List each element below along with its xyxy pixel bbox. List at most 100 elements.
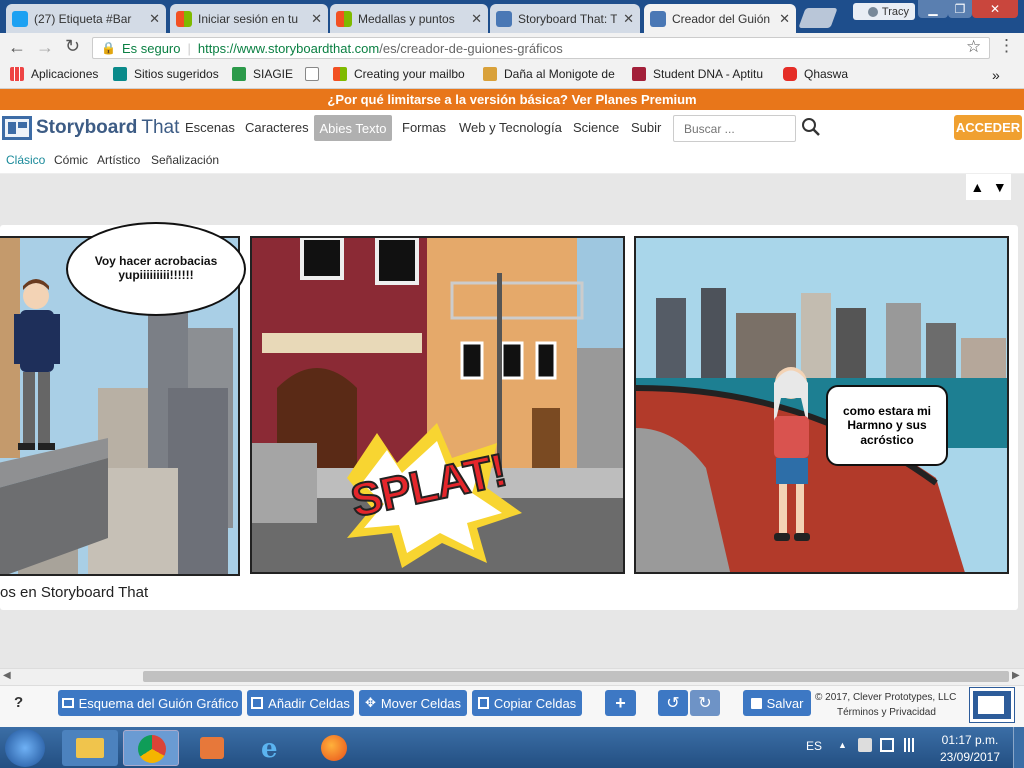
nav-abies-texto[interactable]: Abies Texto — [314, 115, 392, 141]
save-button[interactable]: Salvar — [743, 690, 811, 716]
scroll-down-arrow[interactable]: ▼ — [993, 179, 1007, 195]
bookmark-sitios-sugeridos[interactable]: Sitios sugeridos — [113, 67, 219, 81]
show-desktop-button[interactable] — [1013, 727, 1024, 768]
back-icon[interactable]: ← — [8, 37, 26, 58]
bookmark-siagie[interactable]: SIAGIE — [232, 67, 293, 81]
reload-icon[interactable]: ↻ — [65, 36, 80, 57]
storyboard-icon — [496, 10, 512, 27]
scroll-right-icon[interactable]: ▶ — [1012, 670, 1020, 681]
nav-escenas[interactable]: Escenas — [185, 120, 235, 135]
bookmark-dana-monigote[interactable]: Daña al Monigote de — [483, 67, 615, 81]
taskbar-media-player[interactable] — [184, 730, 240, 766]
nav-formas[interactable]: Formas — [402, 120, 446, 135]
bing-icon — [113, 67, 127, 81]
close-icon[interactable]: ✕ — [471, 11, 482, 27]
plus-icon: + — [615, 692, 626, 713]
forward-icon[interactable]: → — [36, 37, 54, 58]
search-input[interactable] — [673, 115, 796, 142]
maximize-button[interactable]: ❐ — [948, 0, 972, 18]
close-icon[interactable]: ✕ — [311, 11, 322, 27]
clock-date[interactable]: 23/09/2017 — [935, 750, 1005, 764]
nav-subir[interactable]: Subir — [631, 120, 661, 135]
taskbar-firefox[interactable] — [306, 730, 362, 766]
search-icon[interactable] — [801, 117, 821, 137]
undo-button[interactable]: ↺ — [658, 690, 688, 716]
nav-caracteres[interactable]: Caracteres — [245, 120, 309, 135]
terms-link[interactable]: Términos y Privacidad — [837, 707, 936, 718]
close-icon[interactable]: ✕ — [149, 11, 160, 27]
copy-cells-button[interactable]: Copiar Celdas — [472, 690, 582, 716]
redo-icon: ↻ — [698, 695, 712, 712]
more-bookmarks-button[interactable]: » — [992, 67, 1000, 83]
logo-icon — [2, 116, 32, 140]
folder-icon — [76, 738, 104, 758]
url-bar[interactable]: 🔒 Es seguro | https://www.storyboardthat… — [92, 37, 990, 59]
storyboard-title-caption[interactable]: os en Storyboard That — [0, 584, 148, 601]
speech-bubble-3[interactable]: como estara mi Harmno y sus acróstico — [826, 385, 948, 466]
nav-science[interactable]: Science — [573, 120, 619, 135]
show-hidden-icons[interactable]: ▲ — [838, 740, 847, 750]
profile-button[interactable]: Tracy — [853, 3, 915, 20]
scroll-left-icon[interactable]: ◀ — [3, 670, 11, 681]
subnav-clasico[interactable]: Clásico — [6, 153, 45, 167]
nav-web-tecnologia[interactable]: Web y Tecnología — [459, 120, 562, 135]
siagie-icon — [232, 67, 246, 81]
storyboard-layout-button[interactable]: Esquema del Guión Gráfico — [58, 690, 242, 716]
network-icon[interactable] — [904, 738, 920, 752]
microsoft-icon — [176, 10, 192, 27]
subnav-comic[interactable]: Cómic — [54, 153, 88, 167]
bookmark-student-dna[interactable]: Student DNA - Aptitu — [632, 67, 763, 81]
bookmark-creating-mailbox[interactable]: Creating your mailbo — [333, 67, 465, 81]
bookmark-aplicaciones[interactable]: Aplicaciones — [10, 67, 98, 81]
bookmark-page[interactable] — [305, 67, 326, 81]
page-icon — [305, 67, 319, 81]
help-button[interactable]: ? — [14, 694, 23, 711]
close-icon[interactable]: ✕ — [779, 11, 790, 27]
move-cells-button[interactable]: ✥ Mover Celdas — [359, 690, 467, 716]
star-icon[interactable]: ☆ — [966, 37, 981, 57]
taskbar-chrome[interactable] — [123, 730, 179, 766]
scroll-up-arrow[interactable]: ▲ — [970, 179, 984, 195]
bookmark-qhaswa[interactable]: Qhaswa — [783, 67, 848, 81]
student-dna-icon — [632, 67, 646, 81]
firefox-icon — [321, 735, 347, 761]
language-indicator[interactable]: ES — [806, 739, 822, 753]
tab-storyboard-that[interactable]: Storyboard That: T ✕ — [490, 4, 640, 33]
start-button[interactable] — [5, 729, 45, 767]
twitter-icon — [12, 10, 28, 27]
storyboard-cell-2[interactable]: SPLAT! — [250, 236, 625, 574]
action-center-icon[interactable] — [858, 738, 872, 752]
minimize-button[interactable]: ▁ — [918, 0, 948, 18]
storyboard-thumbnail-icon[interactable] — [969, 687, 1015, 723]
storyboardthat-logo[interactable]: Storyboard That — [2, 116, 179, 140]
taskbar-internet-explorer[interactable]: e — [245, 730, 301, 766]
save-icon — [750, 697, 762, 709]
layout-icon — [61, 698, 74, 708]
scrollbar-thumb[interactable] — [143, 671, 1009, 682]
menu-icon[interactable]: ⋮ — [998, 36, 1015, 56]
taskbar-file-explorer[interactable] — [62, 730, 118, 766]
redo-button[interactable]: ↻ — [690, 690, 720, 716]
tab-creador-guion[interactable]: Creador del Guión ✕ — [644, 4, 796, 33]
display-icon[interactable] — [880, 738, 894, 752]
login-button[interactable]: ACCEDER — [954, 115, 1022, 140]
copy-icon — [477, 697, 489, 709]
clock-time[interactable]: 01:17 p.m. — [935, 733, 1005, 747]
close-icon[interactable]: ✕ — [623, 11, 634, 27]
add-button[interactable]: + — [605, 690, 636, 716]
tab-iniciar-sesion[interactable]: Iniciar sesión en tu ✕ — [170, 4, 328, 33]
person-icon — [867, 6, 878, 17]
subnav-artistico[interactable]: Artístico — [97, 153, 140, 167]
speech-bubble-1[interactable]: Voy hacer acrobacias yupiiiiiiiii!!!!!! — [66, 222, 246, 316]
cell-3-scene — [636, 288, 1007, 572]
premium-banner[interactable]: ¿Por qué limitarse a la versión básica? … — [0, 89, 1024, 110]
subnav-senalizacion[interactable]: Señalización — [151, 153, 219, 167]
storyboard-icon — [650, 10, 666, 27]
add-cells-button[interactable]: Añadir Celdas — [247, 690, 354, 716]
cell-2-scene — [252, 238, 623, 572]
storyboard-cell-3[interactable] — [634, 236, 1009, 574]
lock-icon: 🔒 — [101, 41, 116, 55]
tab-medallas[interactable]: Medallas y puntos ✕ — [330, 4, 488, 33]
tab-twitter[interactable]: (27) Etiqueta #Bar ✕ — [6, 4, 166, 33]
close-window-button[interactable]: ✕ — [972, 0, 1018, 18]
